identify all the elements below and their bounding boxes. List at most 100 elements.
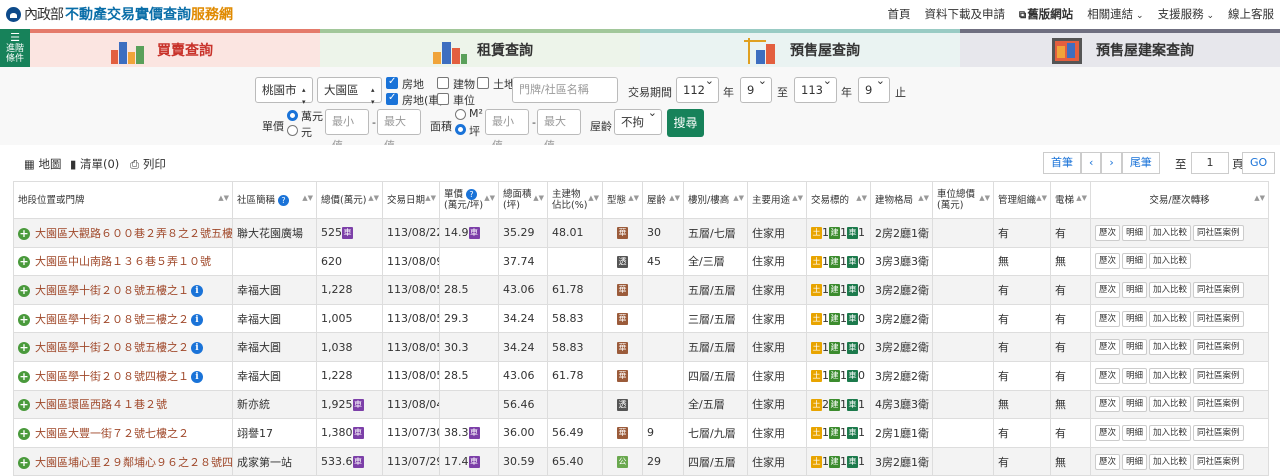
search-button[interactable]: 搜尋: [667, 109, 704, 137]
to-month-select[interactable]: 9: [858, 75, 890, 103]
column-header[interactable]: 屋齡 ▲▼: [642, 181, 684, 219]
type-parking-checkbox[interactable]: [437, 93, 449, 105]
expand-icon[interactable]: +: [18, 370, 30, 383]
row-action-button[interactable]: 加入比較: [1149, 424, 1192, 441]
unit-wan-radio[interactable]: [287, 110, 298, 121]
nav-online-service[interactable]: 線上客服: [1228, 6, 1274, 22]
row-action-button[interactable]: 明細: [1122, 310, 1148, 327]
expand-icon[interactable]: +: [18, 427, 30, 440]
prev-page-button[interactable]: ‹: [1081, 152, 1102, 174]
city-select[interactable]: 桃園市: [255, 77, 313, 108]
address-link[interactable]: 大園區環區西路４１巷２號: [35, 398, 167, 411]
column-header[interactable]: 交易日期 ▲▼: [382, 181, 440, 219]
address-link[interactable]: 大園區埔心里２９鄰埔心９６之２８號四樓: [35, 456, 232, 469]
expand-icon[interactable]: +: [18, 342, 30, 355]
row-action-button[interactable]: 歷次: [1095, 253, 1121, 270]
row-action-button[interactable]: 同社區案例: [1193, 453, 1244, 470]
column-header[interactable]: 車位總價 (萬元) ▲▼: [932, 181, 994, 219]
nav-old-site[interactable]: ⧉舊版網站: [1019, 6, 1073, 22]
nav-support[interactable]: 支援服務: [1158, 6, 1214, 22]
print-button[interactable]: ⎙ 列印: [130, 156, 166, 172]
row-action-button[interactable]: 同社區案例: [1193, 396, 1244, 413]
age-select[interactable]: 不拘: [614, 107, 662, 135]
nav-download[interactable]: 資料下載及申請: [925, 6, 1006, 22]
info-icon[interactable]: i: [191, 284, 203, 297]
row-action-button[interactable]: 歷次: [1095, 367, 1121, 384]
address-link[interactable]: 大園區學十街２０８號四樓之１: [35, 370, 189, 383]
row-action-button[interactable]: 歷次: [1095, 224, 1121, 241]
row-action-button[interactable]: 明細: [1122, 339, 1148, 356]
unit-price-max-input[interactable]: 最大值: [377, 109, 421, 152]
expand-icon[interactable]: +: [18, 256, 30, 269]
row-action-button[interactable]: 同社區案例: [1193, 339, 1244, 356]
row-action-button[interactable]: 加入比較: [1149, 339, 1192, 356]
area-min-input[interactable]: 最小值: [485, 109, 529, 152]
row-action-button[interactable]: 同社區案例: [1193, 310, 1244, 327]
row-action-button[interactable]: 同社區案例: [1193, 281, 1244, 298]
next-page-button[interactable]: ›: [1101, 152, 1122, 174]
help-icon[interactable]: ?: [466, 189, 478, 200]
tab-sales[interactable]: 買賣查詢: [0, 29, 320, 67]
type-land-checkbox[interactable]: [477, 77, 489, 89]
from-year-select[interactable]: 112: [676, 75, 719, 103]
address-link[interactable]: 大園區學十街２０８號五樓之１: [35, 284, 189, 297]
nav-related-links[interactable]: 相關連結: [1087, 6, 1143, 22]
address-link[interactable]: 大園區中山南路１３６巷５弄１０號: [35, 255, 211, 268]
column-header[interactable]: 總價(萬元) ▲▼: [316, 181, 383, 219]
column-header[interactable]: 建物格局 ▲▼: [870, 181, 933, 219]
district-select[interactable]: 大園區: [317, 77, 382, 108]
go-button[interactable]: GO: [1242, 152, 1276, 174]
row-action-button[interactable]: 明細: [1122, 253, 1148, 270]
row-action-button[interactable]: 明細: [1122, 424, 1148, 441]
row-action-button[interactable]: 加入比較: [1149, 367, 1192, 384]
row-action-button[interactable]: 加入比較: [1149, 453, 1192, 470]
row-action-button[interactable]: 明細: [1122, 453, 1148, 470]
row-action-button[interactable]: 同社區案例: [1193, 224, 1244, 241]
to-year-select[interactable]: 113: [794, 75, 837, 103]
expand-icon[interactable]: +: [18, 456, 30, 469]
address-link[interactable]: 大園區學十街２０８號五樓之２: [35, 341, 189, 354]
map-view-button[interactable]: ▦ 地圖: [24, 156, 62, 172]
address-link[interactable]: 大園區學十街２０８號三樓之２: [35, 313, 189, 326]
row-action-button[interactable]: 歷次: [1095, 453, 1121, 470]
column-header[interactable]: 地段位置或門牌 ▲▼: [13, 181, 233, 219]
row-action-button[interactable]: 歷次: [1095, 339, 1121, 356]
row-action-button[interactable]: 歷次: [1095, 396, 1121, 413]
row-action-button[interactable]: 同社區案例: [1193, 367, 1244, 384]
address-link[interactable]: 大園區大豐一街７２號七樓之２: [35, 427, 189, 440]
row-action-button[interactable]: 明細: [1122, 367, 1148, 384]
row-action-button[interactable]: 加入比較: [1149, 310, 1192, 327]
list-view-button[interactable]: ▮ 清單(0): [70, 156, 119, 172]
row-action-button[interactable]: 加入比較: [1149, 253, 1192, 270]
info-icon[interactable]: i: [191, 313, 203, 326]
community-search-input[interactable]: 門牌/社區名稱: [512, 77, 618, 103]
row-action-button[interactable]: 加入比較: [1149, 281, 1192, 298]
row-action-button[interactable]: 歷次: [1095, 424, 1121, 441]
from-month-select[interactable]: 9: [740, 75, 772, 103]
column-header[interactable]: 型態 ▲▼: [602, 181, 643, 219]
tab-presale-project[interactable]: 預售屋建案查詢: [960, 29, 1280, 67]
first-page-button[interactable]: 首筆: [1043, 152, 1081, 174]
area-max-input[interactable]: 最大值: [537, 109, 581, 152]
site-logo[interactable]: 內政部 不動產交易實價查詢 服務網: [6, 5, 233, 23]
type-building-checkbox[interactable]: [437, 77, 449, 89]
help-icon[interactable]: ?: [278, 194, 290, 206]
page-number-input[interactable]: 1: [1191, 152, 1229, 174]
expand-icon[interactable]: +: [18, 399, 30, 412]
type-house-land-checkbox[interactable]: [386, 76, 398, 89]
row-action-button[interactable]: 加入比較: [1149, 224, 1192, 241]
row-action-button[interactable]: 同社區案例: [1193, 424, 1244, 441]
advanced-filter-button[interactable]: ☰ 進階 條件: [0, 29, 30, 67]
column-header[interactable]: 樓別/樓高 ▲▼: [683, 181, 748, 219]
row-action-button[interactable]: 明細: [1122, 224, 1148, 241]
row-action-button[interactable]: 明細: [1122, 396, 1148, 413]
info-icon[interactable]: i: [191, 370, 203, 383]
column-header[interactable]: 總面積 (坪) ▲▼: [498, 181, 548, 219]
row-action-button[interactable]: 歷次: [1095, 310, 1121, 327]
unit-price-min-input[interactable]: 最小值: [325, 109, 369, 152]
expand-icon[interactable]: +: [18, 227, 30, 240]
area-m2-radio[interactable]: [455, 109, 466, 120]
column-header[interactable]: 交易/歷次轉移 ▲▼: [1090, 181, 1269, 219]
column-header[interactable]: 單價 ? (萬元/坪) ▲▼: [439, 181, 499, 219]
area-ping-radio[interactable]: [455, 124, 466, 135]
